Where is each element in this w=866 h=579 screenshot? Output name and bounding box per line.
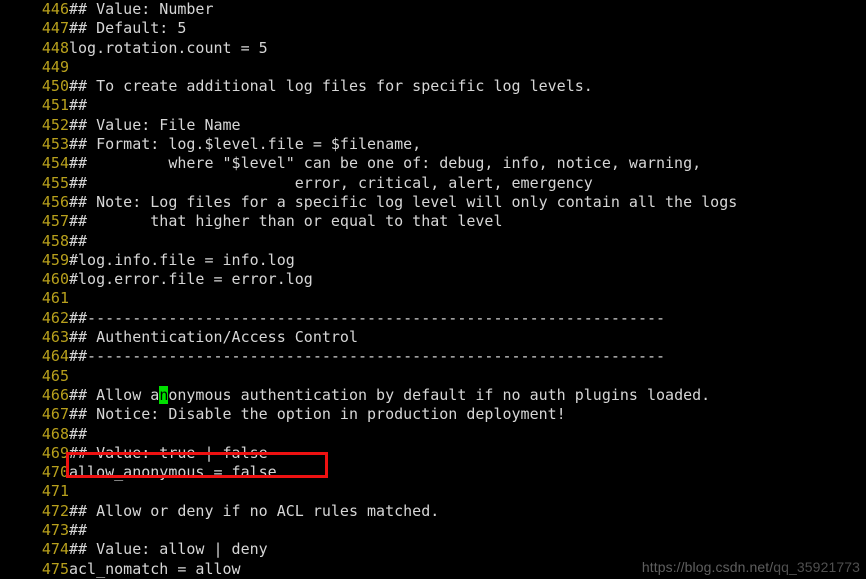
code-line-text[interactable]: ## Value: File Name	[69, 116, 241, 135]
code-line-text[interactable]: ## Note: Log files for a specific log le…	[69, 193, 737, 212]
code-line[interactable]: 457 ## that higher than or equal to that …	[0, 212, 866, 231]
code-line[interactable]: 470 allow_anonymous = false	[0, 463, 866, 482]
line-number: 448	[41, 38, 69, 57]
line-number: 455	[41, 173, 69, 192]
code-line-text[interactable]: ## Value: Number	[69, 0, 214, 19]
code-line-text[interactable]: ## Value: allow | deny	[69, 540, 268, 559]
code-line[interactable]: 450 ## To create additional log files for…	[0, 77, 866, 96]
code-line-text[interactable]: ## Notice: Disable the option in product…	[69, 405, 566, 424]
line-number: 462	[41, 308, 69, 327]
code-line[interactable]: 469 ## Value: true | false	[0, 444, 866, 463]
code-line-text[interactable]: log.rotation.count = 5	[69, 39, 268, 58]
line-number: 464	[41, 347, 69, 366]
code-line-text[interactable]: #log.info.file = info.log	[69, 251, 295, 270]
text-cursor-block: n	[159, 385, 169, 404]
code-line-text[interactable]: ##	[69, 425, 87, 444]
line-number: 450	[41, 77, 69, 96]
code-line[interactable]: 456 ## Note: Log files for a specific log…	[0, 193, 866, 212]
code-line[interactable]: 463 ## Authentication/Access Control	[0, 328, 866, 347]
code-line-text[interactable]: allow_anonymous = false	[69, 463, 277, 482]
line-number: 471	[41, 482, 69, 501]
code-line-text[interactable]: ## To create additional log files for sp…	[69, 77, 593, 96]
line-number: 468	[41, 424, 69, 443]
code-line-text[interactable]: #log.error.file = error.log	[69, 270, 313, 289]
code-line-text[interactable]: ## Authentication/Access Control	[69, 328, 358, 347]
line-number: 470	[41, 463, 69, 482]
code-line[interactable]: 455 ## error, critical, alert, emergency	[0, 174, 866, 193]
line-number: 452	[41, 115, 69, 134]
code-line-text[interactable]: ## where "$level" can be one of: debug, …	[69, 154, 701, 173]
code-line-text[interactable]: ## error, critical, alert, emergency	[69, 174, 593, 193]
code-line[interactable]: 453 ## Format: log.$level.file = $filenam…	[0, 135, 866, 154]
code-line[interactable]: 452 ## Value: File Name	[0, 116, 866, 135]
code-line[interactable]: 473 ##	[0, 521, 866, 540]
code-line[interactable]: 466 ## Allow anonymous authentication by …	[0, 385, 866, 405]
code-line-text[interactable]: ##	[69, 96, 87, 115]
line-number: 472	[41, 501, 69, 520]
line-number: 473	[41, 521, 69, 540]
code-line-text[interactable]: ## Format: log.$level.file = $filename,	[69, 135, 421, 154]
line-number: 454	[41, 154, 69, 173]
code-line[interactable]: 468 ##	[0, 425, 866, 444]
line-number: 451	[41, 96, 69, 115]
line-number: 474	[41, 540, 69, 559]
line-number: 456	[41, 192, 69, 211]
line-number: 453	[41, 135, 69, 154]
code-line[interactable]: 461	[0, 289, 866, 308]
code-line[interactable]: 465	[0, 367, 866, 386]
line-number: 461	[41, 289, 69, 308]
code-line-text[interactable]: ##	[69, 232, 87, 251]
code-line-text[interactable]: ##	[69, 521, 87, 540]
code-line-list[interactable]: 446 ## Value: Number 447 ## Default: 5 448 lo…	[0, 0, 866, 579]
line-number: 446	[41, 0, 69, 18]
watermark-suffix: qq_35921773	[773, 559, 860, 575]
line-number: 463	[41, 328, 69, 347]
code-line[interactable]: 462 ##-----------------------------------…	[0, 309, 866, 328]
code-line[interactable]: 464 ##-----------------------------------…	[0, 347, 866, 366]
code-line[interactable]: 449	[0, 58, 866, 77]
code-line-text[interactable]: acl_nomatch = allow	[69, 560, 241, 579]
line-number: 460	[41, 270, 69, 289]
line-number: 458	[41, 231, 69, 250]
code-line[interactable]: 458 ##	[0, 232, 866, 251]
line-number: 447	[41, 19, 69, 38]
code-line[interactable]: 474 ## Value: allow | deny	[0, 540, 866, 559]
line-number: 466	[41, 385, 69, 404]
code-line[interactable]: 446 ## Value: Number	[0, 0, 866, 19]
watermark-prefix: https://blog.csdn.net/	[641, 559, 774, 575]
code-line-text[interactable]: ##--------------------------------------…	[69, 309, 665, 328]
code-line[interactable]: 447 ## Default: 5	[0, 19, 866, 38]
code-line[interactable]: 459 #log.info.file = info.log	[0, 251, 866, 270]
code-line-text[interactable]: ## Allow anonymous authentication by def…	[69, 385, 710, 405]
code-line[interactable]: 467 ## Notice: Disable the option in prod…	[0, 405, 866, 424]
line-number: 457	[41, 212, 69, 231]
code-line-text[interactable]: ##--------------------------------------…	[69, 347, 665, 366]
code-line[interactable]: 471	[0, 482, 866, 501]
line-number: 449	[41, 57, 69, 76]
code-line[interactable]: 451 ##	[0, 96, 866, 115]
line-number: 475	[41, 559, 69, 578]
line-number: 465	[41, 366, 69, 385]
code-line[interactable]: 472 ## Allow or deny if no ACL rules matc…	[0, 502, 866, 521]
line-number: 467	[41, 405, 69, 424]
code-line[interactable]: 448 log.rotation.count = 5	[0, 39, 866, 58]
line-number: 459	[41, 250, 69, 269]
code-line-text[interactable]: ## Value: true | false	[69, 444, 268, 463]
code-line-text[interactable]: ## Allow or deny if no ACL rules matched…	[69, 502, 439, 521]
code-line[interactable]: 460 #log.error.file = error.log	[0, 270, 866, 289]
line-number: 469	[41, 443, 69, 462]
code-line-text[interactable]: ## that higher than or equal to that lev…	[69, 212, 502, 231]
code-line-text[interactable]: ## Default: 5	[69, 19, 186, 38]
terminal-editor-window[interactable]: 446 ## Value: Number 447 ## Default: 5 448 lo…	[0, 0, 866, 579]
code-line[interactable]: 454 ## where "$level" can be one of: debu…	[0, 154, 866, 173]
watermark-blog-url: https://blog.csdn.net/qq_35921773	[642, 559, 860, 575]
